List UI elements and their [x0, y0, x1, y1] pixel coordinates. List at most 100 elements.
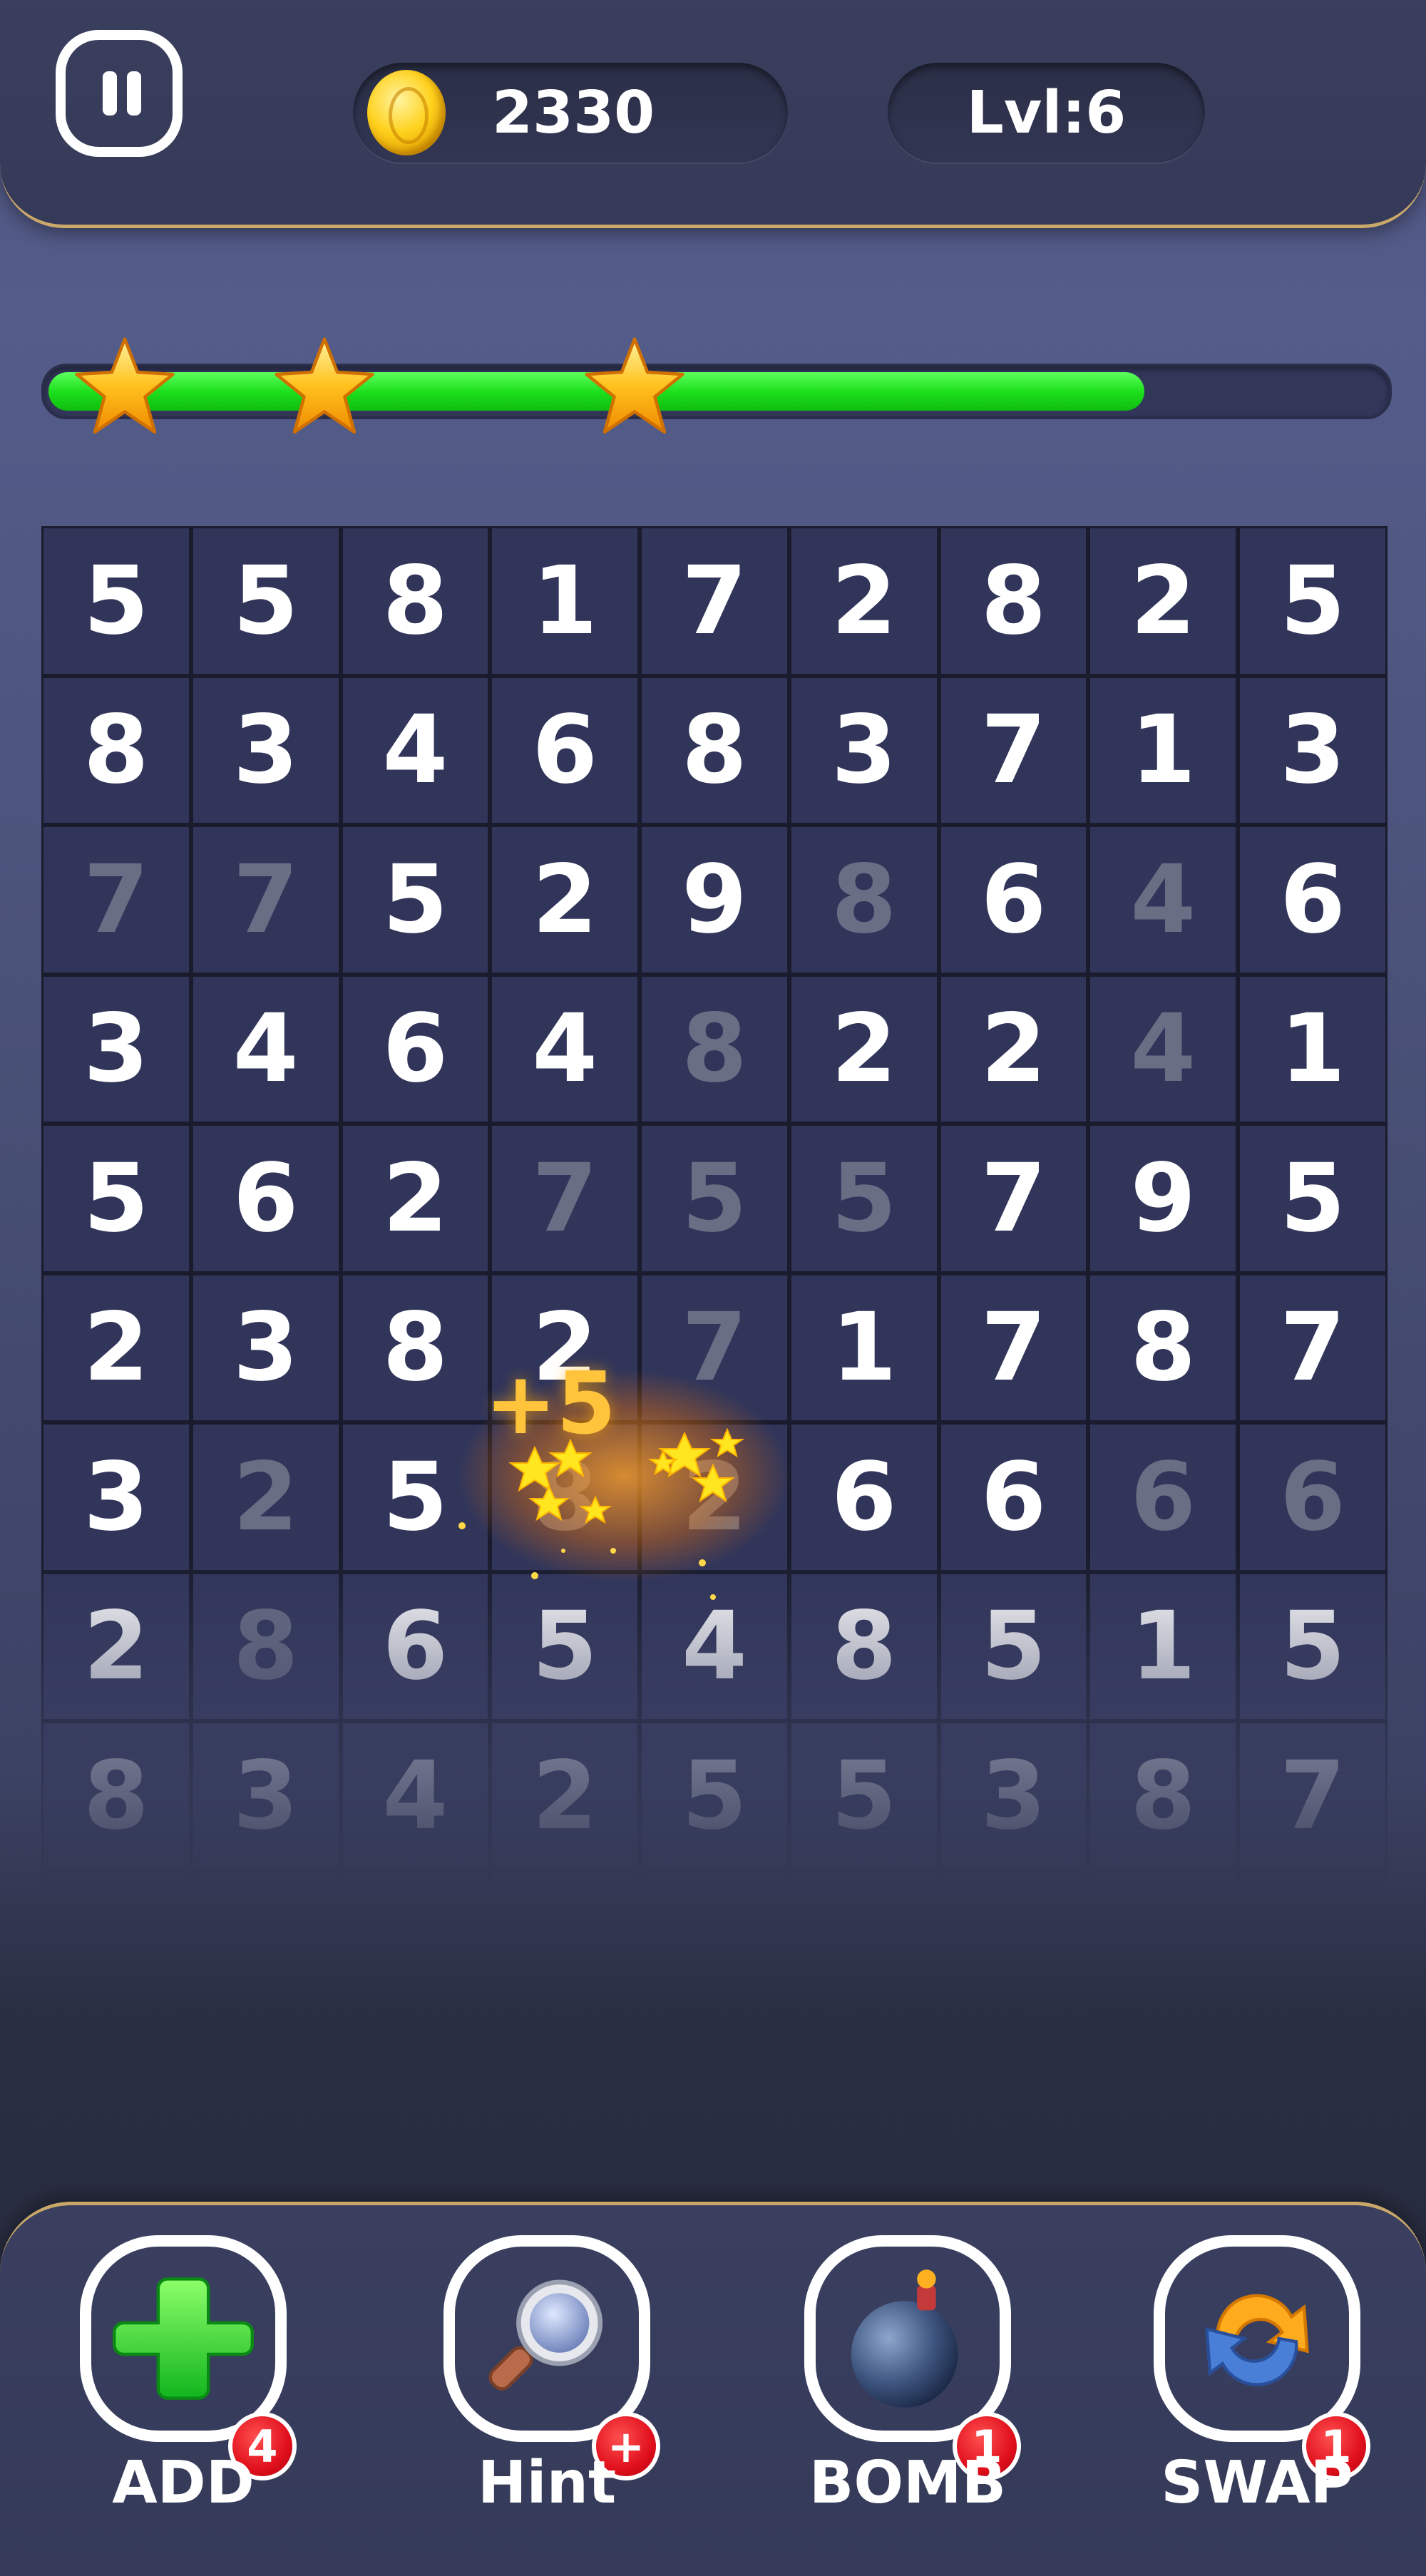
grid-cell[interactable]: 4	[490, 974, 640, 1124]
grid-cell[interactable]: 1	[490, 526, 640, 676]
grid-cell[interactable]: 7	[938, 1273, 1089, 1422]
powerup-label: Hint	[477, 2449, 617, 2517]
grid-cell[interactable]: 2	[490, 1721, 640, 1871]
grid-cell[interactable]: 8	[41, 1721, 191, 1871]
grid-cell[interactable]: 3	[41, 974, 191, 1124]
swap-powerup-button[interactable]: 1 SWAP	[1154, 2235, 1370, 2517]
grid-cell[interactable]: 8	[190, 1571, 341, 1721]
grid-cell[interactable]: 2	[789, 526, 939, 676]
pause-icon	[103, 71, 117, 116]
grid-cell[interactable]: 4	[340, 1721, 491, 1871]
grid-cell[interactable]: 8	[789, 825, 939, 975]
number-grid: 5581728258346837137752986463464822415627…	[41, 526, 1387, 2020]
grid-cell[interactable]: 8	[938, 526, 1089, 676]
grid-cell[interactable]: 6	[789, 1422, 939, 1572]
grid-cell[interactable]: 1	[1088, 675, 1238, 825]
grid-cell[interactable]: 1	[789, 1870, 939, 2020]
grid-cell[interactable]: 4	[1088, 974, 1238, 1124]
grid-cell[interactable]: 5	[789, 1721, 939, 1871]
grid-cell[interactable]: 7	[1088, 1870, 1238, 2020]
grid-cell[interactable]: 1	[789, 1273, 939, 1422]
grid-cell[interactable]: 5	[1238, 1124, 1387, 1273]
grid-cell[interactable]: 2	[340, 1124, 491, 1273]
grid-cell[interactable]: 6	[1238, 825, 1387, 975]
grid-cell[interactable]: 3	[190, 1721, 341, 1871]
grid-cell[interactable]: 2	[490, 825, 640, 975]
grid-cell[interactable]: 3	[938, 1721, 1089, 1871]
grid-cell[interactable]: 5	[41, 1124, 191, 1273]
grid-cell[interactable]: 3	[789, 675, 939, 825]
grid-cell[interactable]: 5	[1238, 1571, 1387, 1721]
powerup-label: BOMB	[809, 2449, 1007, 2517]
pause-button[interactable]	[56, 30, 183, 157]
hint-powerup-button[interactable]: + Hint	[443, 2235, 660, 2517]
grid-cell[interactable]: 5	[640, 1721, 789, 1871]
grid-cell[interactable]: 8	[789, 1571, 939, 1721]
grid-cell[interactable]: 2	[938, 974, 1089, 1124]
grid-cell[interactable]: 1	[1238, 974, 1387, 1124]
grid-cell[interactable]: 5	[190, 526, 341, 676]
grid-cell[interactable]: 5	[938, 1571, 1089, 1721]
coin-counter: 2330	[353, 63, 788, 163]
grid-cell[interactable]: 6	[938, 1422, 1089, 1572]
grid-cell[interactable]: 9	[1088, 1124, 1238, 1273]
grid-cell[interactable]: 1	[190, 1870, 341, 2020]
grid-cell[interactable]: 5	[490, 1571, 640, 1721]
grid-cell[interactable]: 8	[490, 1870, 640, 2020]
grid-cell[interactable]: 8	[41, 675, 191, 825]
grid-cell[interactable]: 6	[190, 1124, 341, 1273]
grid-cell[interactable]: 6	[938, 825, 1089, 975]
grid-cell[interactable]: 6	[340, 974, 491, 1124]
grid-cell[interactable]: 8	[1088, 1721, 1238, 1871]
grid-cell[interactable]: 5	[340, 825, 491, 975]
grid-cell[interactable]: 6	[640, 1870, 789, 2020]
grid-cell[interactable]: 7	[1238, 1721, 1387, 1871]
grid-cell[interactable]: 7	[1238, 1273, 1387, 1422]
grid-cell[interactable]: 8	[41, 1870, 191, 2020]
grid-cell[interactable]: 7	[938, 675, 1089, 825]
grid-cell[interactable]: 5	[938, 1870, 1089, 2020]
plus-icon	[113, 2277, 254, 2400]
grid-cell[interactable]: 4	[190, 974, 341, 1124]
grid-cell[interactable]: 7	[938, 1124, 1089, 1273]
grid-cell[interactable]: 6	[1088, 1422, 1238, 1572]
add-powerup-button[interactable]: 4 ADD	[80, 2235, 297, 2517]
coin-value: 2330	[492, 78, 655, 147]
grid-cell[interactable]: 3	[340, 1870, 491, 2020]
star-icon	[275, 337, 374, 434]
grid-cell[interactable]: 7	[490, 1124, 640, 1273]
grid-cell[interactable]: 2	[190, 1422, 341, 1572]
grid-cell[interactable]: 3	[41, 1422, 191, 1572]
grid-cell[interactable]: 6	[1238, 1422, 1387, 1572]
grid-cell[interactable]: 2	[1088, 526, 1238, 676]
grid-cell[interactable]: 2	[41, 1273, 191, 1422]
grid-cell[interactable]: 5	[1238, 526, 1387, 676]
grid-cell[interactable]: 2	[41, 1571, 191, 1721]
grid-cell[interactable]: 2	[789, 974, 939, 1124]
grid-cell[interactable]: 8	[640, 974, 789, 1124]
grid-cell[interactable]: 3	[190, 675, 341, 825]
level-indicator: Lvl:6	[888, 63, 1205, 163]
grid-cell[interactable]: 4	[1088, 825, 1238, 975]
grid-cell[interactable]: 8	[1088, 1273, 1238, 1422]
bomb-powerup-button[interactable]: 1 BOMB	[804, 2235, 1021, 2517]
grid-cell[interactable]: 3	[1238, 675, 1387, 825]
grid-cell[interactable]: 8	[340, 526, 491, 676]
grid-cell[interactable]: 5	[789, 1124, 939, 1273]
grid-cell[interactable]: 7	[41, 825, 191, 975]
grid-cell[interactable]: 4	[640, 1571, 789, 1721]
grid-cell[interactable]: 9	[640, 825, 789, 975]
grid-cell[interactable]: 8	[340, 1273, 491, 1422]
grid-cell[interactable]: 6	[490, 675, 640, 825]
grid-cell[interactable]: 7	[640, 526, 789, 676]
grid-cell[interactable]: 5	[640, 1124, 789, 1273]
grid-cell[interactable]: 5	[41, 526, 191, 676]
grid-cell[interactable]: 3	[190, 1273, 341, 1422]
grid-cell[interactable]: 4	[340, 675, 491, 825]
progress-bar	[41, 364, 1392, 419]
grid-cell[interactable]: 7	[190, 825, 341, 975]
grid-cell[interactable]: 1	[1088, 1571, 1238, 1721]
grid-cell[interactable]: 8	[640, 675, 789, 825]
grid-cell[interactable]: 6	[340, 1571, 491, 1721]
grid-cell[interactable]: 9	[1238, 1870, 1387, 2020]
